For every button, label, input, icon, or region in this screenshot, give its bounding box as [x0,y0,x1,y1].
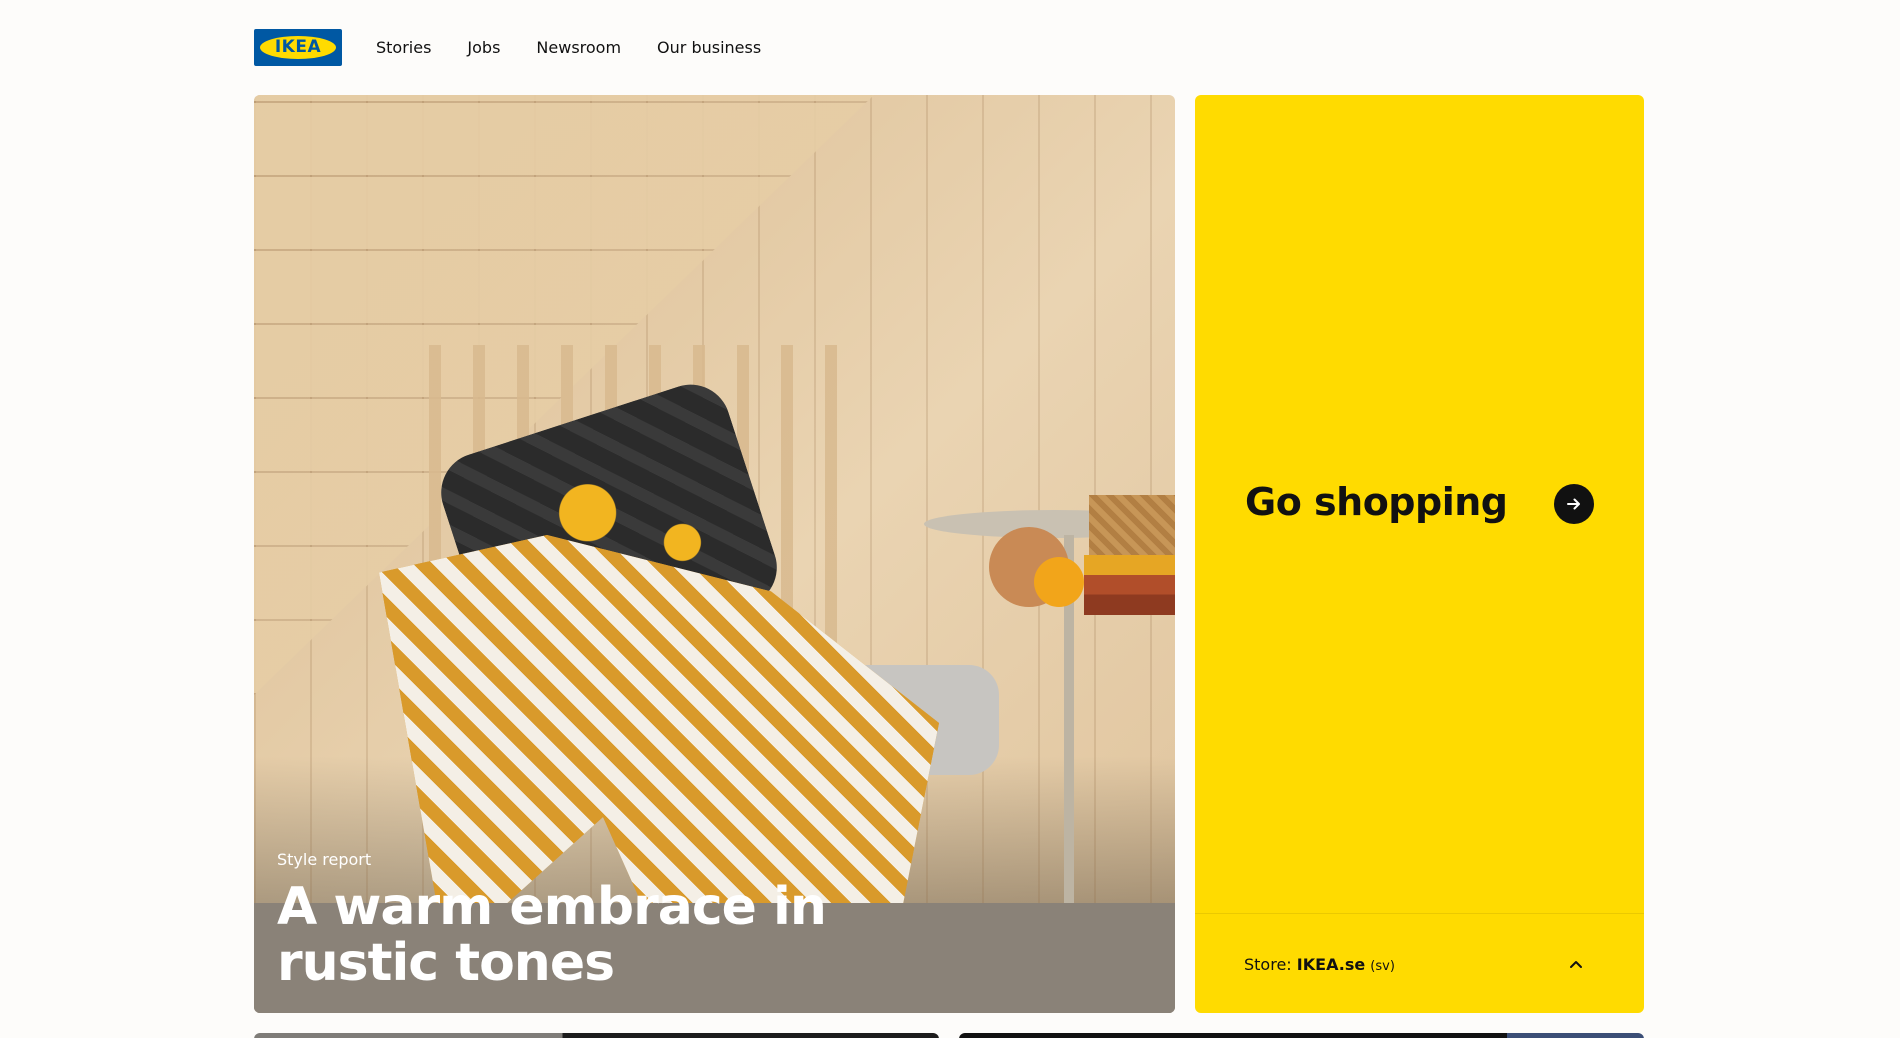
hero-story-card[interactable]: Style report A warm embrace in rustic to… [254,95,1175,1013]
store-language: (sv) [1370,958,1395,974]
hero-kicker: Style report [277,850,372,869]
go-shopping-link[interactable]: Go shopping [1195,95,1644,913]
chevron-up-icon[interactable] [1566,954,1586,974]
store-selector[interactable]: Store: IKEA.se (sv) [1195,913,1644,1013]
go-shopping-title: Go shopping [1245,480,1508,524]
hero-caption: Style report A warm embrace in rustic to… [277,850,877,991]
arrow-right-icon[interactable] [1554,484,1594,524]
page: IKEA Stories Jobs Newsroom Our business … [0,0,1900,1038]
nav-item-stories[interactable]: Stories [376,38,431,57]
main-nav: Stories Jobs Newsroom Our business [376,38,761,57]
next-card-left[interactable] [254,1033,939,1038]
go-shopping-card: Go shopping Store: IKEA.se (sv) [1195,95,1644,1013]
chevron-up-glyph [1570,961,1582,968]
hero-image-basket [1089,495,1175,555]
store-label: Store: [1244,954,1292,974]
arrow-right-glyph [1567,498,1580,510]
hero-title: A warm embrace in rustic tones [277,877,827,993]
next-card-right[interactable] [959,1033,1644,1038]
nav-item-newsroom[interactable]: Newsroom [536,38,621,57]
site-header: IKEA Stories Jobs Newsroom Our business [254,0,1644,95]
store-name: IKEA.se [1296,954,1366,974]
nav-item-jobs[interactable]: Jobs [467,38,500,57]
ikea-logo[interactable]: IKEA [254,29,342,66]
hero-image-books [1084,555,1175,615]
nav-item-our-business[interactable]: Our business [657,38,761,57]
store-selector-text: Store: IKEA.se (sv) [1244,955,1395,974]
hero-image-fruit [1034,557,1084,607]
logo-text: IKEA [274,37,322,57]
